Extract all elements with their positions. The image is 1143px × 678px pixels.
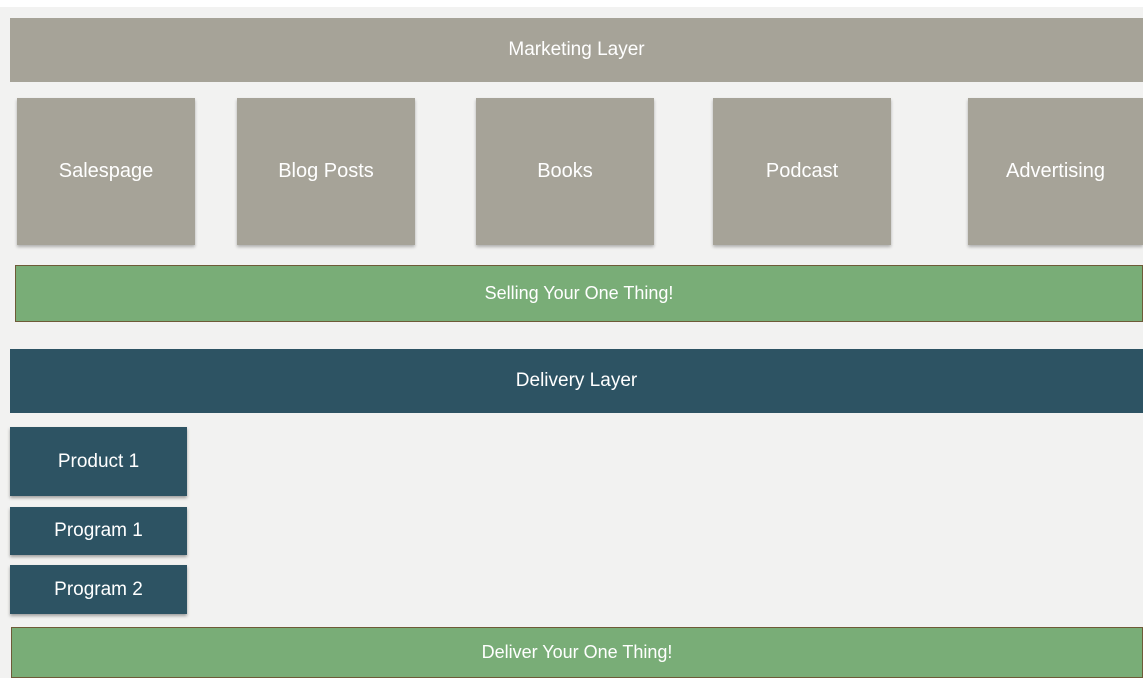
delivery-goal-label: Deliver Your One Thing! — [481, 642, 673, 662]
delivery-item-product-1: Product 1 — [10, 427, 187, 496]
marketing-goal-bar: Selling Your One Thing! — [15, 265, 1143, 322]
marketing-layer-title: Marketing Layer — [508, 39, 645, 60]
delivery-layer-title: Delivery Layer — [515, 370, 638, 391]
marketing-item-blog-posts: Blog Posts — [237, 98, 415, 245]
delivery-item-label: Program 1 — [54, 520, 143, 541]
marketing-item-label: Blog Posts — [278, 160, 374, 182]
delivery-item-label: Program 2 — [54, 578, 143, 600]
delivery-item-label: Product 1 — [57, 450, 140, 472]
marketing-item-label: Books — [537, 160, 593, 182]
marketing-item-books: Books — [476, 98, 654, 245]
marketing-item-advertising: Advertising — [968, 98, 1143, 245]
delivery-item-program-2: Program 2 — [10, 565, 187, 614]
marketing-item-salespage: Salespage — [17, 98, 195, 245]
delivery-goal-bar: Deliver Your One Thing! — [11, 627, 1143, 678]
marketing-item-podcast: Podcast — [713, 98, 891, 245]
delivery-item-program-1: Program 1 — [10, 507, 187, 555]
marketing-layer-bar: Marketing Layer — [10, 18, 1143, 82]
marketing-item-label: Podcast — [765, 160, 839, 182]
marketing-item-label: Advertising — [1006, 160, 1105, 182]
marketing-goal-label: Selling Your One Thing! — [484, 283, 674, 303]
delivery-layer-bar: Delivery Layer — [10, 349, 1143, 413]
marketing-item-label: Salespage — [58, 160, 154, 182]
